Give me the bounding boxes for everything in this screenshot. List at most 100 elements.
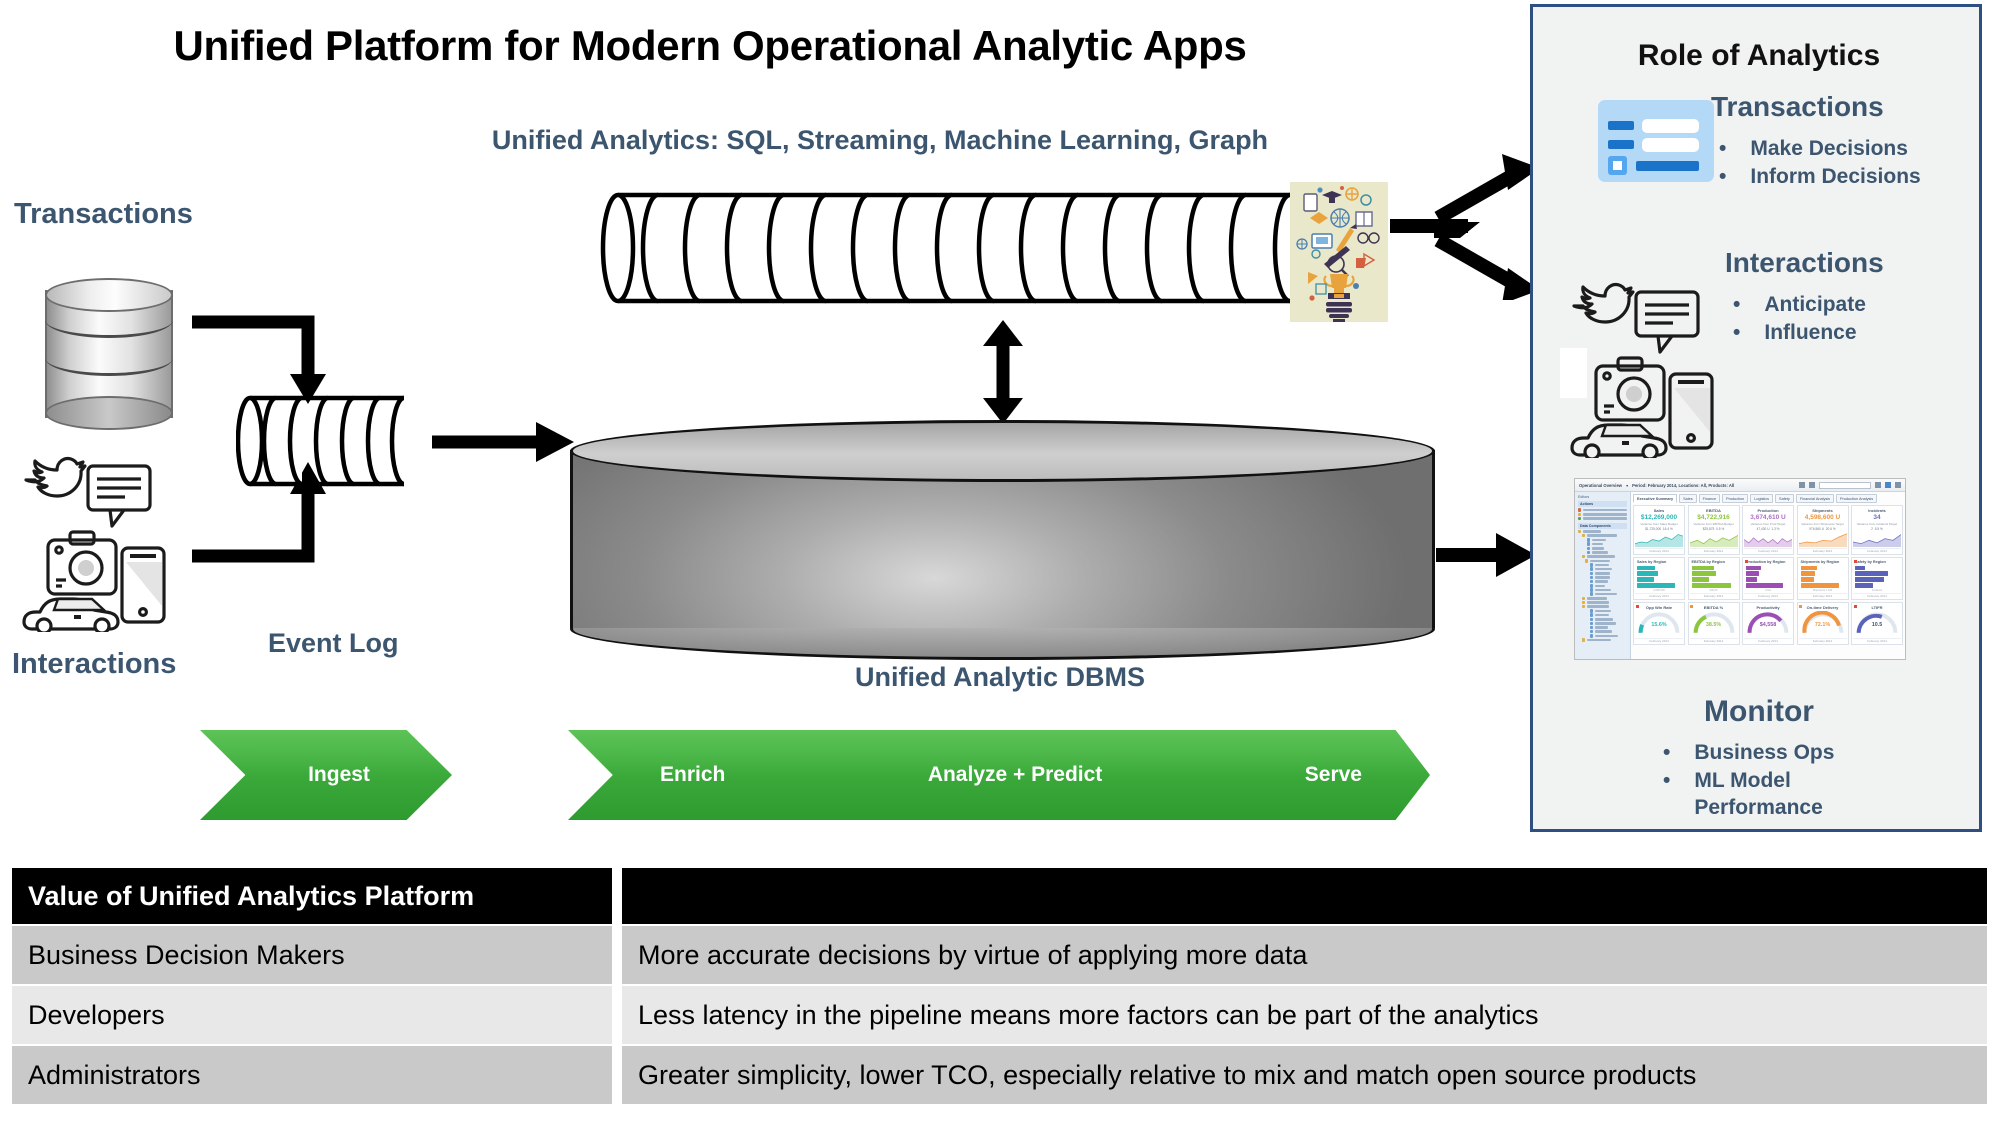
chart-axis-label: Incidents: [1871, 588, 1883, 592]
table-header-row: Value of Unified Analytics Platform: [12, 868, 1987, 924]
alert-icon: [1799, 604, 1802, 608]
kpi-value: 34: [1873, 514, 1881, 521]
tab-production-analysis[interactable]: Production Analysis: [1836, 494, 1878, 503]
lightbulb-ideas-collage-icon: [1290, 182, 1388, 328]
kpi-variance: 2 5.5 %: [1871, 526, 1883, 531]
region-chart-card[interactable]: Safety by Region Incidents February 2014: [1851, 557, 1903, 600]
bullet-inform-decisions: Inform Decisions: [1750, 164, 1921, 188]
gauge-card[interactable]: EBITDA % 38.5% February 2014: [1687, 602, 1740, 646]
role-bullets-interactions: • Anticipate • Influence: [1733, 291, 1866, 346]
kpi-variance: $25,875 0.5 %: [1702, 526, 1725, 531]
gauge-name: LTIFR: [1871, 605, 1883, 611]
gauge-card[interactable]: LTIFR 10.5 February 2014: [1851, 602, 1903, 646]
gauge-period: February 2014: [1744, 638, 1792, 643]
pipeline-stage-ingest[interactable]: Ingest: [200, 730, 452, 820]
kpi-row: Sales $12,269,000 Variance from Sales Bu…: [1633, 505, 1903, 555]
kpi-variance: $1,725,000 16.4 %: [1645, 526, 1673, 531]
kpi-card[interactable]: EBITDA $4,722,916 Variance from EBITDA B…: [1687, 505, 1740, 555]
gear-icon[interactable]: [1895, 482, 1901, 488]
tab-safety[interactable]: Safety: [1775, 494, 1794, 503]
chart-title: Safety by Region: [1855, 559, 1886, 564]
region-chart-card[interactable]: Shipments by Region Shipments x 100 Febr…: [1796, 557, 1849, 600]
chart-title: EBITDA by Region: [1691, 559, 1725, 564]
bar-group: [1690, 565, 1738, 588]
bar-group: [1853, 565, 1901, 588]
chart-period: February 2014: [1635, 592, 1683, 598]
dashboard-sidebar[interactable]: Editors Actions Data Components: [1575, 492, 1631, 659]
kpi-name: Incidents: [1868, 508, 1886, 513]
kpi-period: February 2014: [1689, 547, 1738, 553]
gauge-name: EBITDA %: [1703, 605, 1724, 611]
list-item[interactable]: [1578, 638, 1627, 642]
region-chart-card[interactable]: EBITDA by Region 500,00 February 2014: [1687, 557, 1740, 600]
gauge-name: Productivity: [1756, 605, 1780, 611]
table-cell-role: Administrators: [12, 1046, 612, 1104]
kpi-card[interactable]: Sales $12,269,000 Variance from Sales Bu…: [1633, 505, 1685, 555]
bullet-anticipate: Anticipate: [1764, 293, 1866, 316]
kpi-name: Sales: [1653, 508, 1665, 513]
region-chart-card[interactable]: Sales by Region 2,000,000 February 2014: [1633, 557, 1685, 600]
dashboard-screenshot-icon[interactable]: Operational Overview ▾ Period: February …: [1574, 478, 1906, 660]
sparkline-icon: [1853, 533, 1901, 547]
database-cylinder-icon: [45, 278, 173, 430]
kpi-value: $4,722,916: [1697, 514, 1730, 521]
sidebar-group-actions: Actions: [1578, 501, 1627, 507]
alert-icon: [1744, 559, 1748, 563]
pipeline-stages-bar[interactable]: Enrich Analyze + Predict Serve: [568, 730, 1430, 820]
tab-finance[interactable]: Finance: [1698, 494, 1721, 503]
alert-icon: [1635, 604, 1639, 608]
sort-icon[interactable]: [1809, 482, 1815, 488]
search-icon[interactable]: [1875, 482, 1881, 488]
kpi-variance: 47,430 U 1.3 %: [1756, 526, 1780, 531]
search-input[interactable]: [1819, 481, 1871, 489]
chart-title: Sales by Region: [1637, 559, 1667, 564]
kpi-variance-label: Variance from EBITDA Budget: [1693, 522, 1734, 526]
chart-period: February 2014: [1798, 592, 1847, 598]
gauge-card[interactable]: Opp Win Rate 15.6% February 2014: [1633, 602, 1685, 646]
tab-financial-analysis[interactable]: Financial Analysis: [1795, 494, 1834, 503]
region-chart-card[interactable]: Production by Region Units February 2014: [1742, 557, 1794, 600]
tab-logistics[interactable]: Logistics: [1750, 494, 1774, 503]
chart-period: February 2014: [1853, 592, 1901, 598]
gauge-icon: 72.1%: [1799, 610, 1847, 637]
kpi-name: Production: [1757, 508, 1779, 513]
gauge-card[interactable]: On-time Delivery 72.1% February 2014: [1796, 602, 1849, 646]
gauge-card[interactable]: Productivity $4,558 February 2014: [1742, 602, 1794, 646]
stage-enrich-label: Enrich: [660, 763, 726, 786]
grid-icon[interactable]: [1799, 482, 1805, 488]
gauge-value: 10.5: [1871, 622, 1883, 629]
bar-group: [1744, 565, 1792, 588]
table-row: Administrators Greater simplicity, lower…: [12, 1046, 1987, 1104]
tab-sales[interactable]: Sales: [1679, 494, 1697, 503]
gauge-period: February 2014: [1853, 638, 1901, 643]
dashboard-tabs[interactable]: Executive Summary Sales Finance Producti…: [1633, 494, 1903, 503]
kpi-card[interactable]: Incidents 34 Variance from Incidents Tar…: [1851, 505, 1903, 555]
bullet-dot: •: [1663, 768, 1671, 792]
bullet-dot: •: [1663, 741, 1671, 764]
chart-period: February 2014: [1689, 592, 1738, 598]
table-cell-role: Business Decision Makers: [12, 926, 612, 984]
view-icon[interactable]: [1885, 482, 1891, 488]
list-item[interactable]: [1578, 516, 1627, 521]
dashboard-filter-text: Period: February 2014, Locations: All, P…: [1632, 482, 1735, 488]
arrow-dbms-to-monitor: [1436, 533, 1536, 577]
table-cell-value: Less latency in the pipeline means more …: [622, 986, 1987, 1044]
tab-production[interactable]: Production: [1722, 494, 1749, 503]
tab-executive-summary[interactable]: Executive Summary: [1633, 494, 1678, 503]
alert-icon: [1853, 604, 1857, 608]
kpi-card[interactable]: Production 3,674,610 U Variance from Pro…: [1742, 505, 1794, 555]
interactions-source-label: Interactions: [12, 648, 177, 680]
kpi-card[interactable]: Shipments 4,598,600 U Variance from Ship…: [1796, 505, 1849, 555]
kpi-name: Shipments: [1812, 508, 1833, 513]
kpi-period: February 2014: [1744, 547, 1792, 553]
bar-group: [1799, 565, 1847, 588]
kpi-period: February 2014: [1635, 547, 1683, 553]
gauge-value: 38.5%: [1705, 622, 1722, 629]
role-bullets-transactions: • Make Decisions • Inform Decisions: [1719, 135, 1921, 190]
bullet-business-ops: Business Ops: [1694, 741, 1835, 764]
slide-canvas: Unified Platform for Modern Operational …: [0, 0, 2000, 1125]
bullet-dot: •: [1733, 293, 1741, 316]
kpi-variance: 976,560 U 20.6 %: [1809, 526, 1836, 531]
table-header-cell-1: Value of Unified Analytics Platform: [12, 868, 612, 924]
social-devices-cluster-icon: [18, 452, 178, 632]
